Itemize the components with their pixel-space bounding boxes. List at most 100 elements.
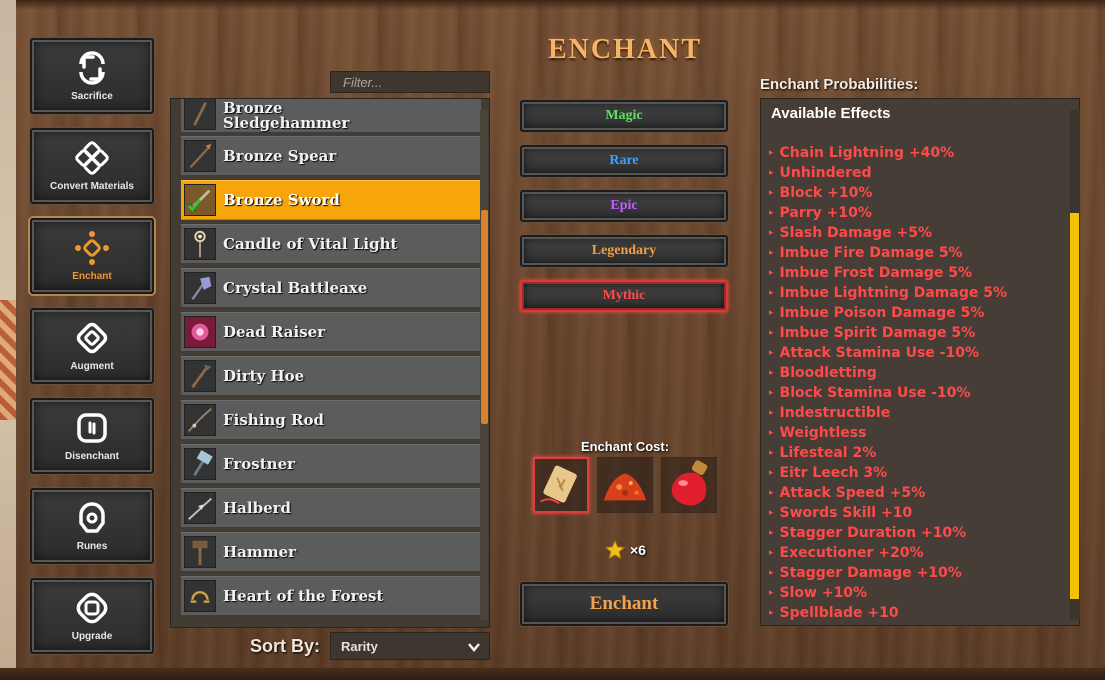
star-quantity: ×6 [630, 542, 646, 558]
bullet-icon: ▸ [769, 608, 774, 618]
augment-icon [76, 322, 108, 353]
effect-item: ▸ Stagger Duration +10% [769, 525, 967, 541]
sacrifice-icon [79, 50, 105, 85]
effect-item: ▸ Block +10% [769, 185, 873, 201]
bullet-icon: ▸ [769, 368, 774, 378]
available-effects-heading: Available Effects [771, 105, 891, 122]
rarity-magic-button[interactable]: Magic [520, 100, 728, 132]
rarity-mythic-button[interactable]: Mythic [520, 280, 728, 312]
bullet-icon: ▸ [769, 148, 774, 158]
list-item-dirty-hoe[interactable]: Dirty Hoe [181, 356, 481, 396]
sort-dropdown[interactable]: Rarity [330, 632, 490, 660]
heart-of-the-forest-icon [184, 580, 216, 612]
item-name: Heart of the Forest [223, 587, 384, 605]
effect-item: ▸ Attack Speed +5% [769, 485, 926, 501]
list-item-bronze-sword[interactable]: Bronze Sword [181, 180, 481, 220]
cost-slot-red-potion[interactable] [661, 457, 717, 513]
effects-scrollbar-thumb[interactable] [1070, 213, 1079, 599]
bullet-icon: ▸ [769, 448, 774, 458]
enchant-cost-label: Enchant Cost: [580, 439, 670, 454]
cost-slot-rune-scroll[interactable] [533, 457, 589, 513]
effect-item: ▸ Unhindered [769, 165, 872, 181]
list-item-candle-of-vital-light[interactable]: Candle of Vital Light [181, 224, 481, 264]
effect-item: ▸ Executioner +20% [769, 545, 924, 561]
bottom-edge [0, 668, 1105, 680]
bullet-icon: ▸ [769, 348, 774, 358]
rarity-rare-button[interactable]: Rare [520, 145, 728, 177]
list-item-bronze-spear[interactable]: Bronze Spear [181, 136, 481, 176]
bullet-icon: ▸ [769, 428, 774, 438]
bullet-icon: ▸ [769, 208, 774, 218]
list-item-frostner[interactable]: Frostner [181, 444, 481, 484]
sort-value: Rarity [341, 639, 378, 654]
candle-icon [184, 228, 216, 260]
filter-input[interactable]: Filter... [330, 71, 490, 93]
battleaxe-icon [184, 272, 216, 304]
sidebar-item-sacrifice[interactable]: Sacrifice [30, 38, 154, 114]
top-edge [0, 0, 1105, 10]
effect-item: ▸ Imbue Lightning Damage 5% [769, 285, 1007, 301]
list-item-halberd[interactable]: Halberd [181, 488, 481, 528]
item-name: Hammer [223, 543, 297, 561]
sidebar-item-label: Disenchant [65, 450, 119, 462]
sidebar-item-convert-materials[interactable]: Convert Materials [30, 128, 154, 204]
list-item-heart-of-the-forest[interactable]: Heart of the Forest [181, 576, 481, 616]
bullet-icon: ▸ [769, 288, 774, 298]
rarity-label: Mythic [602, 288, 646, 303]
disenchant-icon [77, 412, 107, 443]
page-title: ENCHANT [547, 34, 702, 65]
enchant-icon [75, 230, 109, 265]
sidebar-item-enchant[interactable]: Enchant [30, 218, 154, 294]
dead-raiser-icon [184, 316, 216, 348]
list-item-hammer[interactable]: Hammer [181, 532, 481, 572]
list-item-crystal-battleaxe[interactable]: Crystal Battleaxe [181, 268, 481, 308]
sidebar-item-runes[interactable]: Runes [30, 488, 154, 564]
sidebar-item-label: Enchant [72, 270, 112, 282]
bullet-icon: ▸ [769, 588, 774, 598]
list-item-dead-raiser[interactable]: Dead Raiser [181, 312, 481, 352]
effect-item: ▸ Stagger Damage +10% [769, 565, 962, 581]
sidebar-item-upgrade[interactable]: Upgrade [30, 578, 154, 654]
enchant-button[interactable]: Enchant [520, 582, 728, 626]
spear-icon [184, 140, 216, 172]
star-icon [604, 539, 626, 560]
bullet-icon: ▸ [769, 168, 774, 178]
sidebar-item-label: Convert Materials [50, 180, 134, 192]
bullet-icon: ▸ [769, 328, 774, 338]
rarity-label: Epic [610, 198, 638, 213]
rarity-epic-button[interactable]: Epic [520, 190, 728, 222]
cost-slot-red-dust[interactable] [597, 457, 653, 513]
enchant-probabilities-title: Enchant Probabilities: [760, 76, 919, 93]
hammer-icon [184, 536, 216, 568]
bullet-icon: ▸ [769, 468, 774, 478]
bullet-icon: ▸ [769, 568, 774, 578]
rarity-legendary-button[interactable]: Legendary [520, 235, 728, 267]
bullet-icon: ▸ [769, 308, 774, 318]
rarity-label: Legendary [591, 243, 657, 258]
sidebar-item-disenchant[interactable]: Disenchant [30, 398, 154, 474]
bullet-icon: ▸ [769, 408, 774, 418]
item-list-scrollbar-thumb[interactable] [481, 210, 488, 424]
bullet-icon: ▸ [769, 188, 774, 198]
sidebar-item-augment[interactable]: Augment [30, 308, 154, 384]
bullet-icon: ▸ [769, 248, 774, 258]
item-name: Candle of Vital Light [223, 235, 398, 253]
list-item-bronze-sledgehammer[interactable]: Bronze Sledgehammer [181, 99, 481, 133]
convert-materials-icon [75, 140, 109, 175]
effect-item: ▸ Slash Damage +5% [769, 225, 933, 241]
list-item-fishing-rod[interactable]: Fishing Rod [181, 400, 481, 440]
bullet-icon: ▸ [769, 228, 774, 238]
effect-item: ▸ Attack Stamina Use -10% [769, 345, 979, 361]
item-list: Bronze Sledgehammer Bronze Spear Bronze … [170, 98, 490, 628]
chevron-down-icon [468, 643, 480, 652]
item-name: Frostner [223, 455, 296, 473]
sidebar-item-label: Runes [76, 540, 108, 552]
effect-item: ▸ Eitr Leech 3% [769, 465, 888, 481]
fishing-rod-icon [184, 404, 216, 436]
bullet-icon: ▸ [769, 508, 774, 518]
hoe-icon [184, 360, 216, 392]
item-name: Dirty Hoe [223, 367, 305, 385]
halberd-icon [184, 492, 216, 524]
sidebar-item-label: Augment [70, 360, 114, 372]
rarity-label: Rare [609, 153, 639, 168]
